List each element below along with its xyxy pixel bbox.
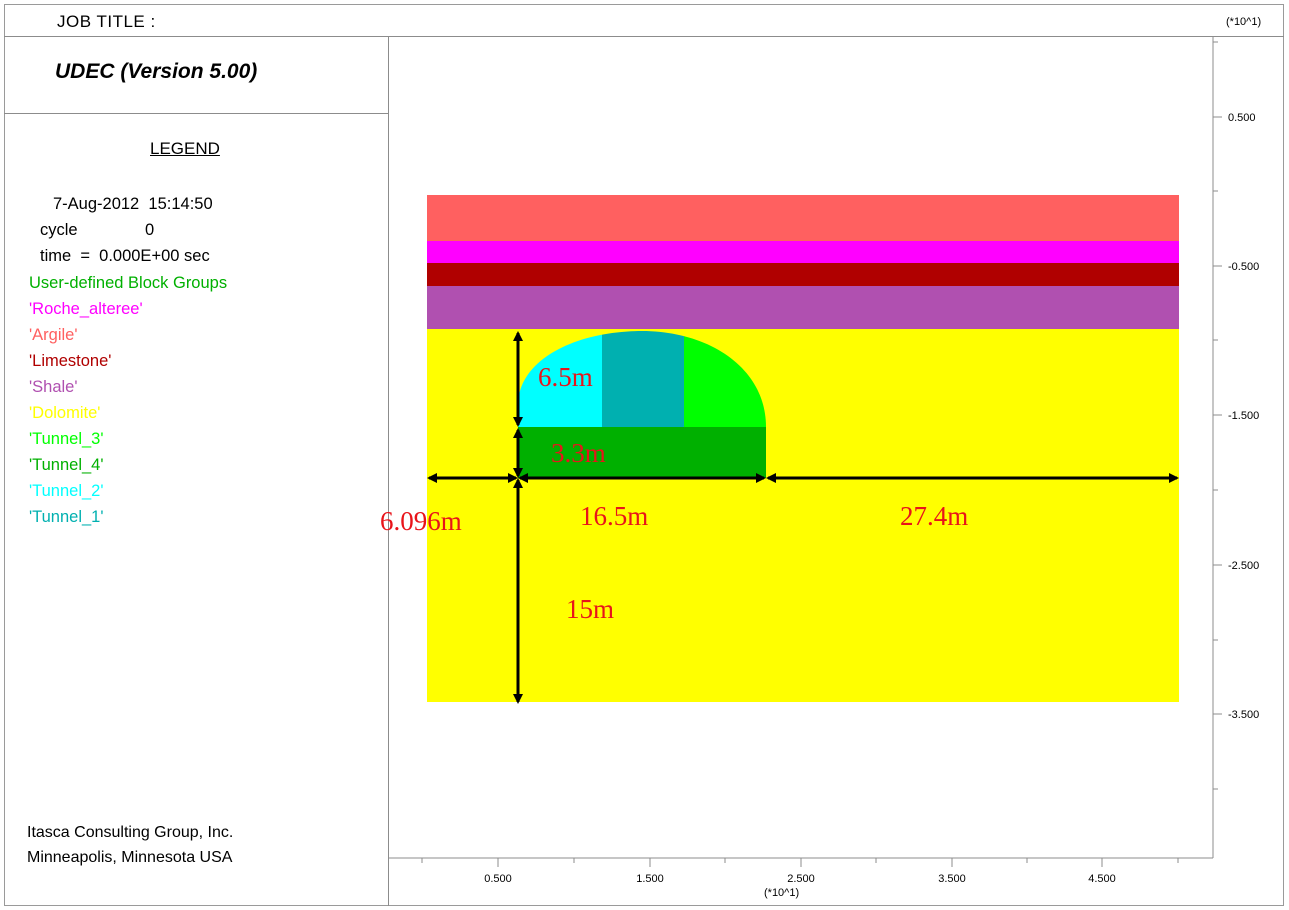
x-axis-ticks: 0.500 1.500 2.500 3.500 4.500: [421, 858, 1179, 885]
tunnel-1-block: [602, 331, 684, 427]
layer-limestone: [427, 263, 1179, 286]
exponent-bottom: (*10^1): [764, 887, 799, 899]
x-tick-label-0: 0.500: [484, 873, 512, 885]
label-left-offset: 6.096m: [380, 506, 462, 536]
y-tick-label-2: -1.500: [1228, 410, 1259, 422]
x-tick-label-3: 3.500: [938, 873, 966, 885]
label-right-width: 27.4m: [900, 501, 968, 531]
x-tick-label-4: 4.500: [1088, 873, 1116, 885]
label-arch-height: 6.5m: [538, 362, 593, 392]
y-axis-ticks: 0.500 -0.500 -1.500 -2.500 -3.500: [1213, 41, 1259, 790]
layer-shale: [427, 286, 1179, 329]
label-depth: 15m: [566, 594, 614, 624]
y-tick-label-0: 0.500: [1228, 112, 1256, 124]
x-tick-label-2: 2.500: [787, 873, 815, 885]
exponent-top: (*10^1): [1226, 16, 1261, 28]
y-tick-label-3: -2.500: [1228, 560, 1259, 572]
y-tick-label-4: -3.500: [1228, 709, 1259, 721]
label-bench-height: 3.3m: [551, 438, 606, 468]
layer-roche-alteree: [427, 241, 1179, 263]
layer-argile: [427, 195, 1179, 241]
y-tick-label-1: -0.500: [1228, 261, 1259, 273]
x-tick-label-1: 1.500: [636, 873, 664, 885]
label-tunnel-width: 16.5m: [580, 501, 648, 531]
model-plot: 0.500 -0.500 -1.500 -2.500 -3.500 0.500 1.500…: [380, 16, 1261, 899]
